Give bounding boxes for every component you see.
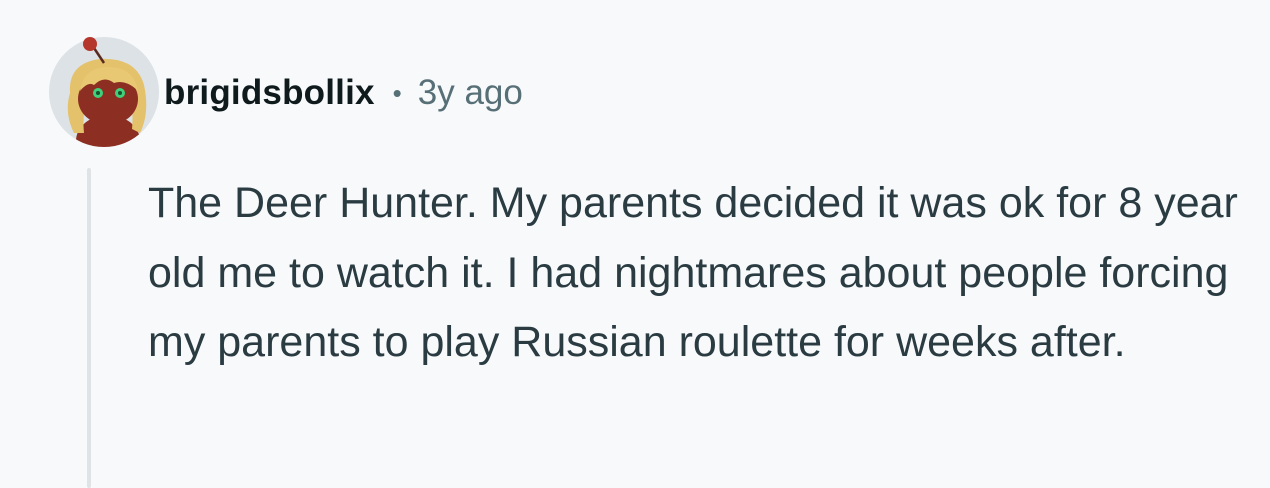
comment-body: The Deer Hunter. My parents decided it w… — [148, 179, 1238, 366]
user-avatar[interactable] — [48, 33, 160, 148]
comment: brigidsbollix • 3y ago The Deer Hunter. … — [0, 0, 1270, 488]
comment-timestamp[interactable]: 3y ago — [418, 73, 523, 113]
author-username[interactable]: brigidsbollix — [164, 73, 375, 113]
thread-line[interactable] — [87, 168, 91, 488]
meta-separator: • — [392, 77, 402, 108]
comment-header: brigidsbollix • 3y ago — [164, 68, 523, 118]
snoo-avatar-icon — [49, 37, 159, 147]
